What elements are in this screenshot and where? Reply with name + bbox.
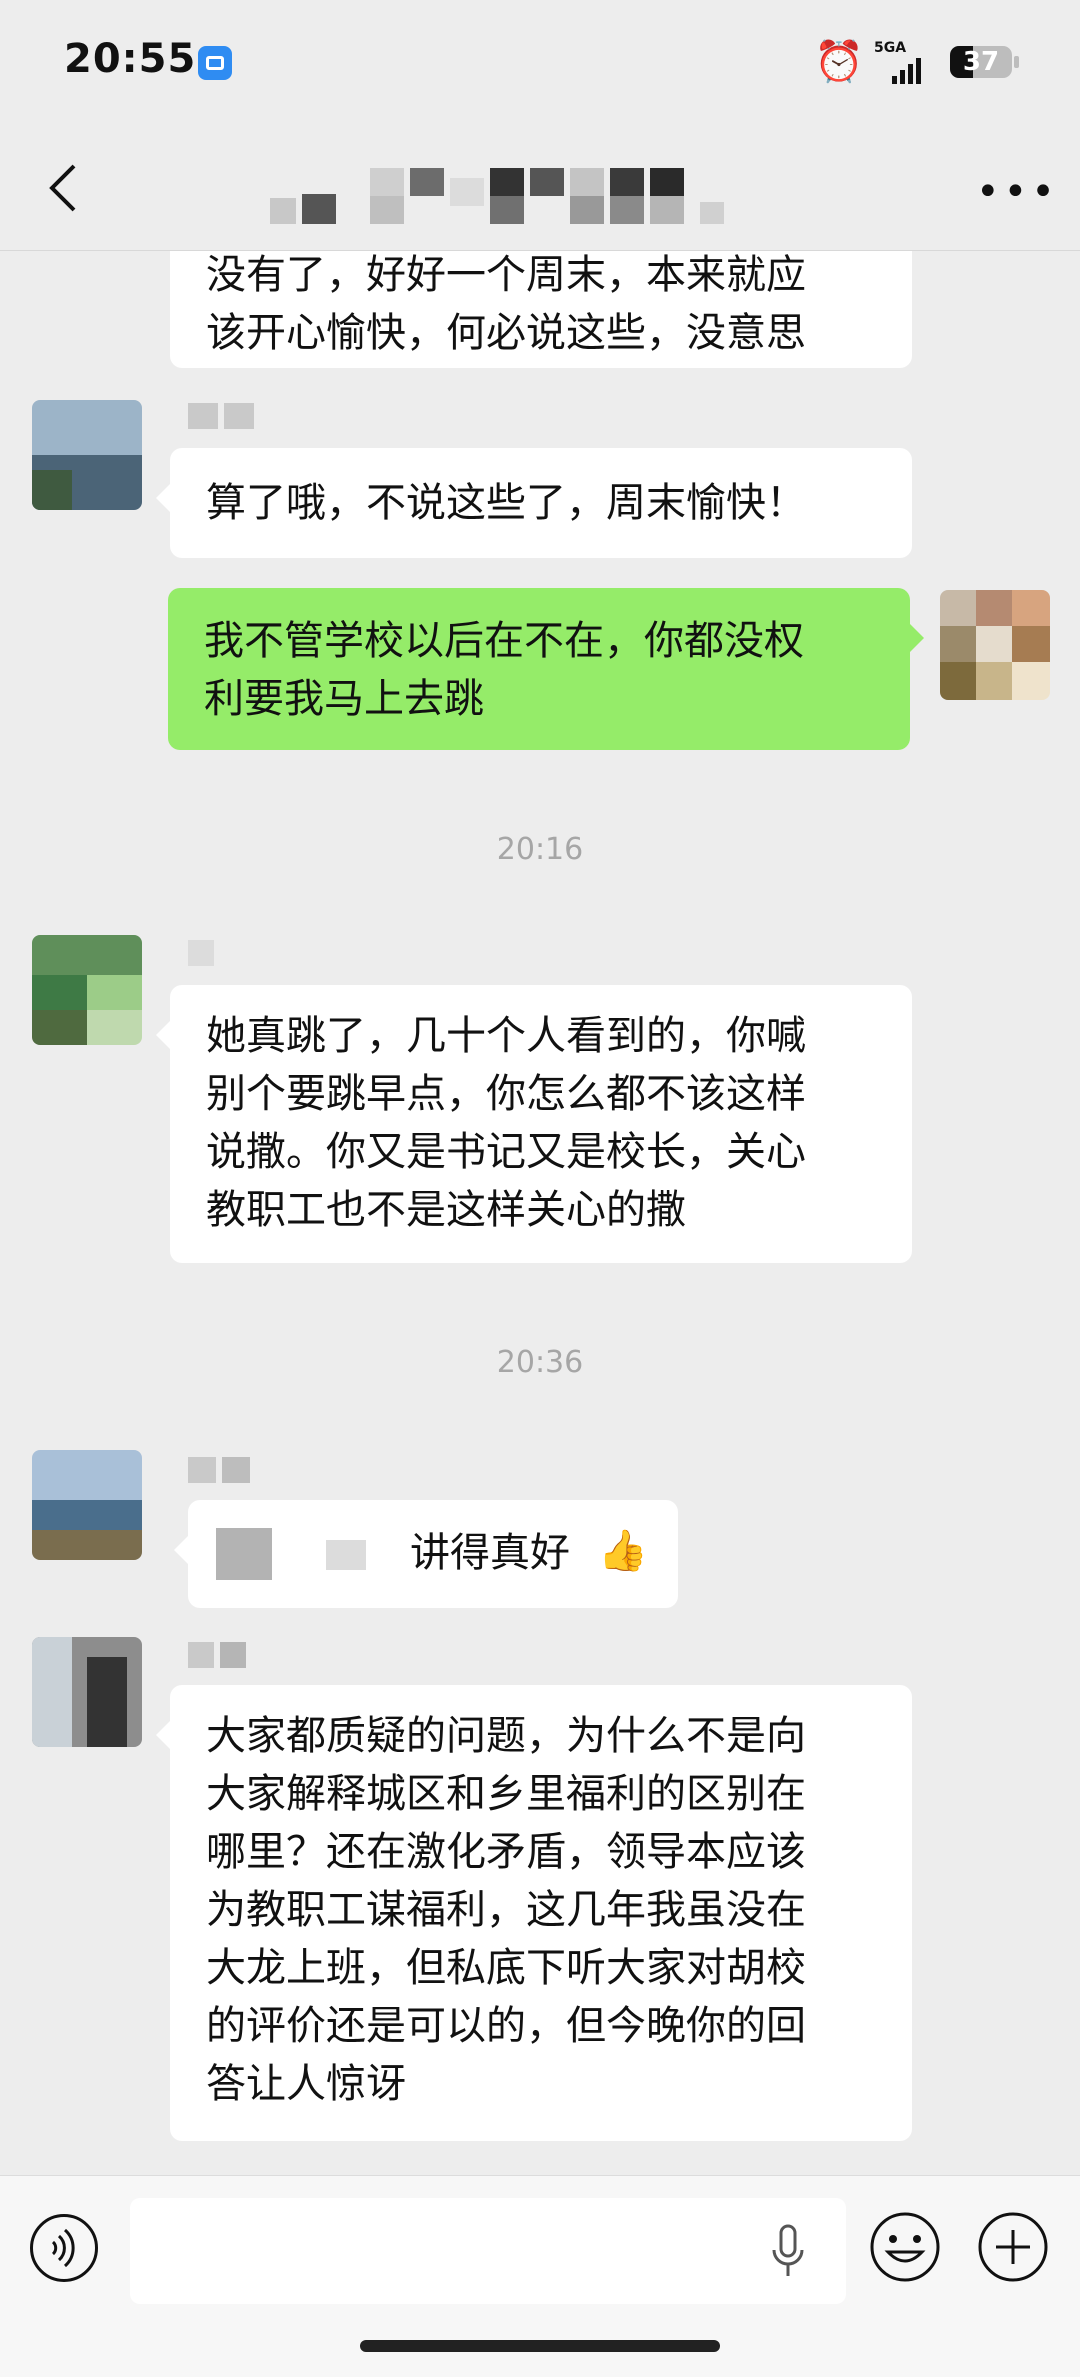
alarm-icon: ⏰	[814, 39, 864, 85]
status-bar: 20:55 ⏰ 5GA 37	[0, 0, 1080, 128]
network-type: 5GA	[874, 40, 907, 56]
battery-icon: 37	[950, 46, 1012, 78]
chat-title-redacted	[260, 158, 820, 228]
message-line: 大家解释城区和乡里福利的区别在	[206, 1771, 806, 1817]
message-line: 我不管学校以后在不在，你都没权	[204, 618, 804, 664]
sender-name-redacted	[188, 1457, 256, 1483]
message-bubble[interactable]: 没有了，好好一个周末，本来就应 该开心愉快，何必说这些，没意思	[170, 250, 912, 368]
message-line: 大龙上班，但私底下听大家对胡校	[206, 1945, 806, 1991]
emoji-icon[interactable]	[868, 2210, 942, 2284]
message-list: 没有了，好好一个周末，本来就应 该开心愉快，何必说这些，没意思 算了哦，不说这些…	[0, 250, 1080, 2175]
mention-redacted	[216, 1528, 272, 1580]
message-input[interactable]	[130, 2198, 846, 2304]
message-timestamp: 20:36	[496, 1345, 584, 1380]
message-line: 她真跳了，几十个人看到的，你喊	[206, 1013, 806, 1059]
message-line: 哪里？还在激化矛盾，领导本应该	[206, 1829, 806, 1875]
battery-level: 37	[962, 47, 1000, 77]
message-bubble[interactable]: 讲得真好 👍	[174, 1500, 678, 1608]
battery-tip	[1014, 56, 1019, 68]
back-arrow-icon[interactable]	[44, 160, 84, 216]
avatar[interactable]	[32, 935, 142, 1045]
sender-name-redacted	[188, 1642, 252, 1668]
message-line: 说撒。你又是书记又是校长，关心	[206, 1129, 806, 1175]
avatar[interactable]	[32, 400, 142, 510]
message-line: 答让人惊讶	[206, 2061, 406, 2107]
plus-icon[interactable]	[976, 2210, 1050, 2284]
input-bar	[0, 2175, 1080, 2377]
message-line: 利要我马上去跳	[204, 676, 484, 722]
message-line: 教职工也不是这样关心的撒	[206, 1187, 686, 1233]
message-timestamp: 20:16	[496, 832, 584, 867]
more-options-icon[interactable]: •••	[976, 172, 1059, 212]
avatar-self[interactable]	[940, 590, 1050, 700]
avatar[interactable]	[32, 1450, 142, 1560]
message-bubble[interactable]: 她真跳了，几十个人看到的，你喊 别个要跳早点，你怎么都不该这样 说撒。你又是书记…	[156, 985, 912, 1263]
chat-header: •••	[0, 128, 1080, 251]
message-line: 为教职工谋福利，这几年我虽没在	[206, 1887, 806, 1933]
message-line: 大家都质疑的问题，为什么不是向	[206, 1713, 806, 1759]
mention-redacted	[326, 1540, 366, 1570]
message-text: 讲得真好	[410, 1530, 570, 1576]
avatar[interactable]	[32, 1637, 142, 1747]
message-bubble[interactable]: 大家都质疑的问题，为什么不是向 大家解释城区和乡里福利的区别在 哪里？还在激化矛…	[156, 1685, 912, 2141]
sender-name-redacted	[188, 940, 220, 966]
message-line: 该开心愉快，何必说这些，没意思	[206, 310, 806, 356]
message-bubble[interactable]: 算了哦，不说这些了，周末愉快！	[156, 448, 912, 558]
cellular-signal-icon: 5GA	[870, 40, 938, 84]
home-indicator	[360, 2340, 720, 2352]
message-line: 别个要跳早点，你怎么都不该这样	[206, 1071, 806, 1117]
microphone-icon[interactable]	[770, 2224, 806, 2280]
message-bubble-own[interactable]: 我不管学校以后在不在，你都没权 利要我马上去跳	[168, 588, 924, 750]
message-line: 的评价还是可以的，但今晚你的回	[206, 2003, 806, 2049]
message-line: 没有了，好好一个周末，本来就应	[206, 252, 806, 298]
sender-name-redacted	[188, 403, 260, 429]
notification-app-icon	[198, 46, 232, 80]
voice-input-icon[interactable]	[30, 2214, 98, 2282]
message-line: 算了哦，不说这些了，周末愉快！	[206, 480, 806, 526]
status-time: 20:55	[64, 36, 197, 82]
thumbs-up-emoji: 👍	[598, 1528, 648, 1574]
